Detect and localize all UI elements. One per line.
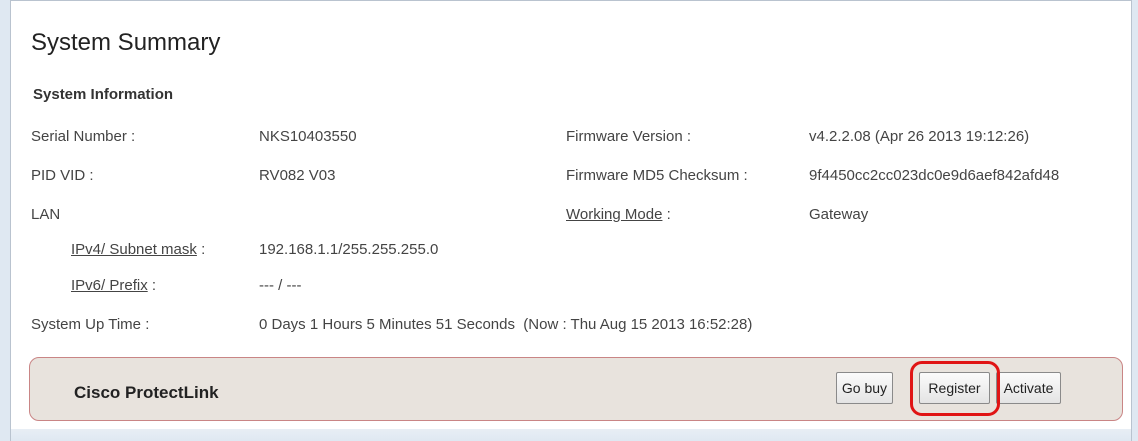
firmware-md5-value: 9f4450cc2cc023dc0e9d6aef842afd48 <box>809 167 1060 184</box>
lan-label: LAN <box>31 206 61 223</box>
ipv6-prefix-value: --- / --- <box>259 277 302 294</box>
section-title-system-information: System Information <box>33 86 174 103</box>
working-mode-label: Working Mode : <box>566 206 671 223</box>
protectlink-panel: Cisco ProtectLink Go buy Register Activa… <box>29 357 1123 421</box>
firmware-md5-label: Firmware MD5 Checksum : <box>566 167 748 184</box>
firmware-version-value: v4.2.2.08 (Apr 26 2013 19:12:26) <box>809 128 1030 145</box>
content-frame: System Summary System Information Serial… <box>10 0 1132 441</box>
ipv4-separator: : <box>201 241 206 258</box>
ipv6-separator: : <box>151 277 157 294</box>
ipv4-subnet-label: IPv4/ Subnet mask : <box>71 241 205 258</box>
working-mode-value: Gateway <box>809 206 869 223</box>
uptime-label: System Up Time : <box>31 316 150 333</box>
uptime-value: 0 Days 1 Hours 5 Minutes 51 Seconds (Now… <box>259 316 753 333</box>
register-highlight-annotation <box>910 361 1000 416</box>
ipv4-subnet-value: 192.168.1.1/255.255.255.0 <box>259 241 439 258</box>
ipv6-prefix-label: IPv6/ Prefix : <box>71 277 156 294</box>
working-mode-separator: : <box>666 206 671 223</box>
pid-vid-value: RV082 V03 <box>259 167 336 184</box>
working-mode-link[interactable]: Working Mode <box>566 206 662 223</box>
serial-number-label: Serial Number : <box>31 128 136 145</box>
pid-vid-label: PID VID : <box>31 167 94 184</box>
serial-number-value: NKS10403550 <box>259 128 357 145</box>
protectlink-title: Cisco ProtectLink <box>74 383 219 402</box>
activate-button[interactable]: Activate <box>996 372 1061 404</box>
ipv6-prefix-link[interactable]: IPv6/ Prefix <box>71 277 148 294</box>
frame-bottom-edge <box>11 429 1131 441</box>
go-buy-button[interactable]: Go buy <box>836 372 893 404</box>
firmware-version-label: Firmware Version : <box>566 128 692 145</box>
ipv4-subnet-link[interactable]: IPv4/ Subnet mask <box>71 241 197 258</box>
page-title: System Summary <box>31 29 221 56</box>
